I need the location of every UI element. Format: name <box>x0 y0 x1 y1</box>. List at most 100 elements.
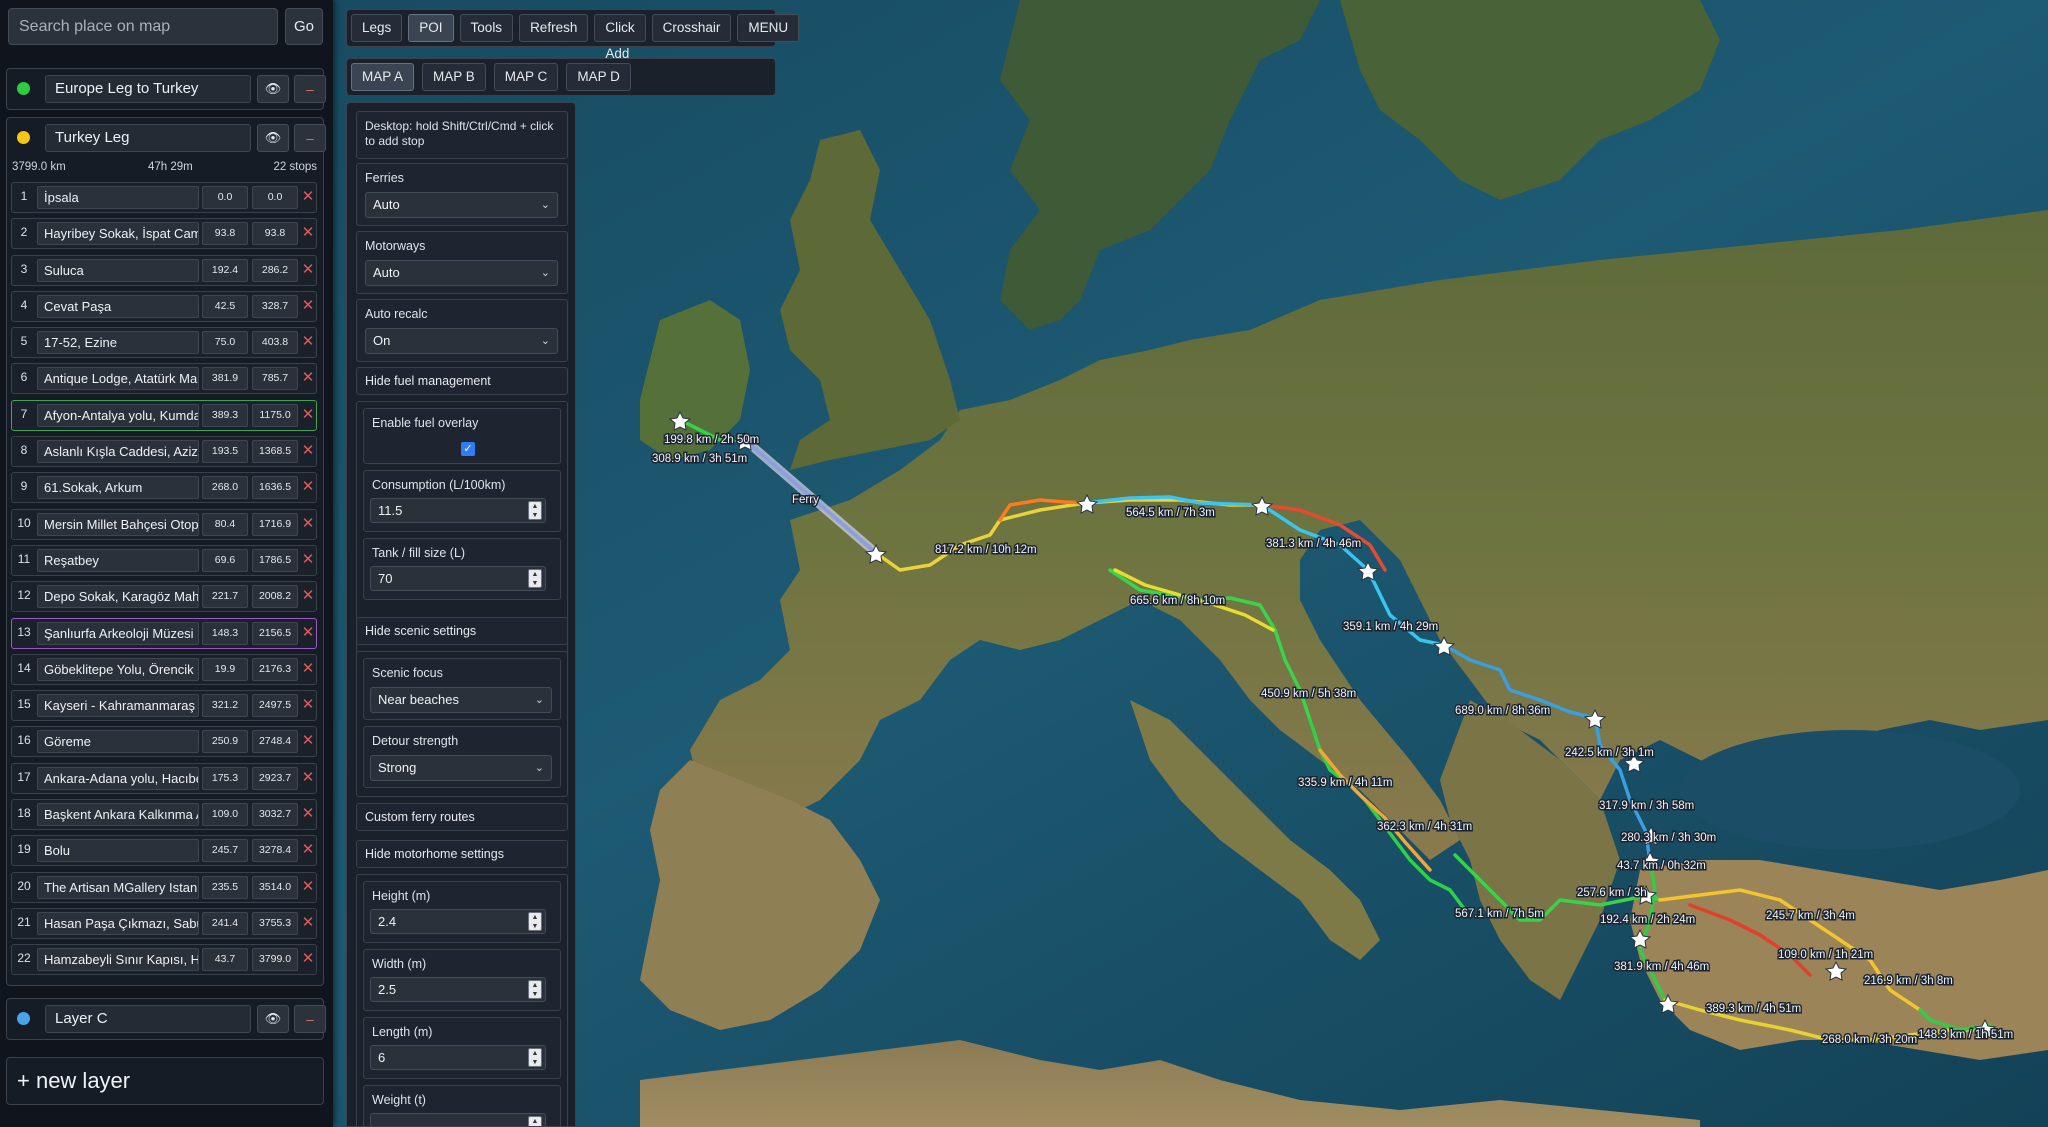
cumulative-distance-field[interactable]: 93.8 <box>252 222 298 246</box>
cumulative-distance-field[interactable]: 1716.9 <box>252 512 298 536</box>
stop-row[interactable]: 19 Bolu 245.7 3278.4 ✕ <box>7 833 323 869</box>
stop-name-input[interactable]: 61.Sokak, Arkum <box>37 476 199 500</box>
remove-stop-icon[interactable]: ✕ <box>301 840 315 860</box>
stop-name-input[interactable]: Cevat Paşa <box>37 294 199 318</box>
remove-stop-icon[interactable]: ✕ <box>301 913 315 933</box>
cumulative-distance-field[interactable]: 3278.4 <box>252 839 298 863</box>
stepper-icon[interactable]: ▲▼ <box>528 1116 542 1126</box>
stop-name-input[interactable]: Hayribey Sokak, İspat Cami <box>37 222 199 246</box>
stop-item[interactable]: 7 Afyon-Antalya yolu, Kumdanlı 389.3 1175.0… <box>11 399 317 431</box>
leg-distance-field[interactable]: 80.4 <box>202 512 248 536</box>
length-input[interactable]: 6 ▲ ▼ <box>370 1045 546 1070</box>
stop-item[interactable]: 4 Cevat Paşa 42.5 328.7 ✕ <box>11 290 317 322</box>
stop-name-input[interactable]: Mersin Millet Bahçesi Otopark <box>37 512 199 536</box>
stop-name-input[interactable]: Şanlıurfa Arkeoloji Müzesi <box>37 621 199 645</box>
stop-row[interactable]: 4 Cevat Paşa 42.5 328.7 ✕ <box>7 289 323 325</box>
cumulative-distance-field[interactable]: 3032.7 <box>252 803 298 827</box>
fuel-overlay-checkbox[interactable]: ✓ <box>461 442 475 456</box>
stop-item[interactable]: 6 Antique Lodge, Atatürk Mah 381.9 785.7 ✕ <box>11 363 317 395</box>
stop-item[interactable]: 9 61.Sokak, Arkum 268.0 1636.5 ✕ <box>11 472 317 504</box>
cumulative-distance-field[interactable]: 0.0 <box>252 186 298 209</box>
leg-distance-field[interactable]: 193.5 <box>202 440 248 464</box>
remove-stop-icon[interactable]: ✕ <box>301 223 315 243</box>
ferries-select[interactable]: Auto ⌄ <box>365 192 558 218</box>
layer-name-input[interactable]: Europe Leg to Turkey <box>45 75 251 103</box>
leg-distance-field[interactable]: 245.7 <box>202 839 248 863</box>
tool-legs-button[interactable]: Legs <box>351 14 403 42</box>
leg-distance-field[interactable]: 19.9 <box>202 657 248 681</box>
cumulative-distance-field[interactable]: 2497.5 <box>252 694 298 718</box>
remove-stop-icon[interactable]: ✕ <box>301 550 315 570</box>
stop-row[interactable]: 1 İpsala 0.0 0.0 ✕ <box>7 180 323 216</box>
stop-name-input[interactable]: Bolu <box>37 839 199 863</box>
stop-name-input[interactable]: İpsala <box>37 186 199 209</box>
remove-stop-icon[interactable]: ✕ <box>301 405 315 425</box>
weight-input[interactable]: ▲▼ <box>370 1113 546 1126</box>
detour-select[interactable]: Strong ⌄ <box>370 755 552 781</box>
remove-stop-icon[interactable]: ✕ <box>301 477 315 497</box>
stop-item[interactable]: 8 Aslanlı Kışla Caddesi, Aziziye 193.5 1368… <box>11 436 317 468</box>
stop-item[interactable]: 16 Göreme 250.9 2748.4 ✕ <box>11 726 317 758</box>
leg-distance-field[interactable]: 0.0 <box>202 186 248 209</box>
stop-row[interactable]: 22 Hamzabeyli Sınır Kapısı, Hamzabeyli43.… <box>7 942 323 978</box>
stop-row[interactable]: 2 Hayribey Sokak, İspat Cami 93.8 93.8 ✕ <box>7 216 323 252</box>
stop-item[interactable]: 3 Suluca 192.4 286.2 ✕ <box>11 254 317 286</box>
eye-icon[interactable]: 👁 <box>257 1005 289 1033</box>
cumulative-distance-field[interactable]: 1175.0 <box>252 403 298 427</box>
stepper-icon[interactable]: ▲▼ <box>528 501 542 520</box>
tool-menu-button[interactable]: MENU <box>737 14 800 42</box>
stepper-icon[interactable]: ▲▼ <box>528 569 542 588</box>
stop-item[interactable]: 1 İpsala 0.0 0.0 ✕ <box>11 182 317 213</box>
stop-row[interactable]: 12 Depo Sokak, Karagöz Mahallesi221.72008… <box>7 579 323 615</box>
stop-item[interactable]: 21 Hasan Paşa Çıkmazı, Sabuncu241.43755.3… <box>11 907 317 939</box>
cumulative-distance-field[interactable]: 1786.5 <box>252 548 298 572</box>
stop-row[interactable]: 21 Hasan Paşa Çıkmazı, Sabuncu241.43755.3… <box>7 906 323 942</box>
stop-row[interactable]: 7 Afyon-Antalya yolu, Kumdanlı 389.3 1175.0… <box>7 398 323 434</box>
cumulative-distance-field[interactable]: 3799.0 <box>252 948 298 972</box>
stop-item[interactable]: 14 Göbeklitepe Yolu, Örencik 19.9 2176.3 ✕ <box>11 653 317 685</box>
remove-stop-icon[interactable]: ✕ <box>301 949 315 969</box>
stop-item[interactable]: 19 Bolu 245.7 3278.4 ✕ <box>11 835 317 867</box>
layer-name-input[interactable]: Layer C <box>45 1005 251 1033</box>
leg-distance-field[interactable]: 221.7 <box>202 585 248 609</box>
stepper-icon[interactable]: ▲▼ <box>528 912 542 931</box>
motorways-select[interactable]: Auto ⌄ <box>365 260 558 286</box>
motorhome-toggle-button[interactable]: Hide motorhome settings <box>356 840 568 868</box>
cumulative-distance-field[interactable]: 2923.7 <box>252 766 298 790</box>
search-input[interactable] <box>8 8 278 45</box>
new-layer-button[interactable]: + new layer <box>6 1057 324 1105</box>
cumulative-distance-field[interactable]: 2176.3 <box>252 657 298 681</box>
remove-stop-icon[interactable]: ✕ <box>301 441 315 461</box>
remove-stop-icon[interactable]: ✕ <box>301 695 315 715</box>
stop-row[interactable]: 9 61.Sokak, Arkum 268.0 1636.5 ✕ <box>7 470 323 506</box>
stepper-icon[interactable]: ▲▼ <box>528 1048 542 1067</box>
stepper-icon[interactable]: ▲▼ <box>528 980 542 999</box>
stop-row[interactable]: 20 The Artisan MGallery Istanbul 235.5 3514… <box>7 870 323 906</box>
tool-refresh-button[interactable]: Refresh <box>519 14 589 42</box>
layer-name-input[interactable]: Turkey Leg <box>45 124 251 152</box>
remove-stop-icon[interactable]: ✕ <box>301 623 315 643</box>
stop-item[interactable]: 15 Kayseri - Kahramanmaraş Yolu321.22497.… <box>11 690 317 722</box>
stop-name-input[interactable]: The Artisan MGallery Istanbul <box>37 875 199 899</box>
remove-stop-icon[interactable]: ✕ <box>301 260 315 280</box>
leg-distance-field[interactable]: 43.7 <box>202 948 248 972</box>
cumulative-distance-field[interactable]: 2008.2 <box>252 585 298 609</box>
stop-row[interactable]: 18 Başkent Ankara Kalkınma Ajansı109.0303… <box>7 797 323 833</box>
leg-distance-field[interactable]: 93.8 <box>202 222 248 246</box>
stop-row[interactable]: 10 Mersin Millet Bahçesi Otopark80.41716.… <box>7 507 323 543</box>
stop-row[interactable]: 5 17-52, Ezine 75.0 403.8 ✕ <box>7 325 323 361</box>
layer-color-dot[interactable] <box>17 131 30 144</box>
cumulative-distance-field[interactable]: 2156.5 <box>252 621 298 645</box>
remove-stop-icon[interactable]: ✕ <box>301 731 315 751</box>
stop-row[interactable]: 14 Göbeklitepe Yolu, Örencik 19.9 2176.3 ✕ <box>7 652 323 688</box>
layer-color-dot[interactable] <box>17 1012 30 1025</box>
stop-name-input[interactable]: Suluca <box>37 258 199 282</box>
leg-distance-field[interactable]: 389.3 <box>202 403 248 427</box>
cumulative-distance-field[interactable]: 3514.0 <box>252 875 298 899</box>
height-input[interactable]: 2.4 ▲ ▼ <box>370 909 546 934</box>
tool-click-add-button[interactable]: Click Add <box>594 14 646 61</box>
stop-row[interactable]: 16 Göreme 250.9 2748.4 ✕ <box>7 724 323 760</box>
remove-stop-icon[interactable]: ✕ <box>301 877 315 897</box>
stop-row[interactable]: 3 Suluca 192.4 286.2 ✕ <box>7 253 323 289</box>
stop-item[interactable]: 13 Şanlıurfa Arkeoloji Müzesi 148.3 2156.5 ✕ <box>11 617 317 649</box>
